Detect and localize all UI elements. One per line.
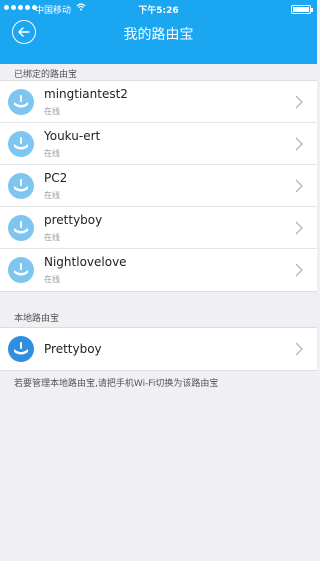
local-router-list: Prettyboy (0, 327, 317, 371)
chevron-right-icon (295, 137, 303, 151)
router-name: Youku-ert (44, 129, 101, 143)
header: 中国移动 下午5:26 我的路由宝 (0, 0, 317, 64)
router-row-youku-ert[interactable]: Youku-ert 在线 (0, 123, 317, 165)
local-management-hint: 若要管理本地路由宝,请把手机Wi-Fi切换为该路由宝 (14, 379, 219, 389)
router-icon (8, 89, 34, 115)
router-row-nightlovelove[interactable]: Nightlovelove 在线 (0, 249, 317, 291)
router-icon (8, 215, 34, 241)
router-name: PC2 (44, 171, 68, 185)
chevron-right-icon (295, 179, 303, 193)
status-time: 下午5:26 (138, 6, 179, 16)
router-name: Nightlovelove (44, 255, 127, 269)
router-status: 在线 (44, 275, 60, 284)
router-status: 在线 (44, 191, 60, 200)
local-router-row-prettyboy[interactable]: Prettyboy (0, 328, 317, 370)
status-bar: 中国移动 下午5:26 (0, 0, 317, 20)
page-title: 我的路由宝 (123, 27, 194, 43)
router-status: 在线 (44, 107, 60, 116)
router-icon (8, 257, 34, 283)
router-status: 在线 (44, 149, 60, 158)
router-row-pc2[interactable]: PC2 在线 (0, 165, 317, 207)
bound-router-list: mingtiantest2 在线 Youku-ert 在线 PC2 在线 pre… (0, 80, 317, 292)
chevron-right-icon (295, 263, 303, 277)
router-row-mingtiantest2[interactable]: mingtiantest2 在线 (0, 81, 317, 123)
router-name: mingtiantest2 (44, 87, 128, 101)
router-icon (8, 336, 34, 362)
router-status: 在线 (44, 233, 60, 242)
router-row-prettyboy[interactable]: prettyboy 在线 (0, 207, 317, 249)
router-icon (8, 131, 34, 157)
router-name: Prettyboy (44, 342, 102, 356)
bound-section-label: 已绑定的路由宝 (14, 70, 78, 80)
router-name: prettyboy (44, 213, 103, 227)
chevron-right-icon (295, 342, 303, 356)
battery-icon (291, 5, 313, 14)
local-section-label: 本地路由宝 (14, 314, 60, 324)
chevron-right-icon (295, 95, 303, 109)
chevron-right-icon (295, 221, 303, 235)
router-icon (8, 173, 34, 199)
